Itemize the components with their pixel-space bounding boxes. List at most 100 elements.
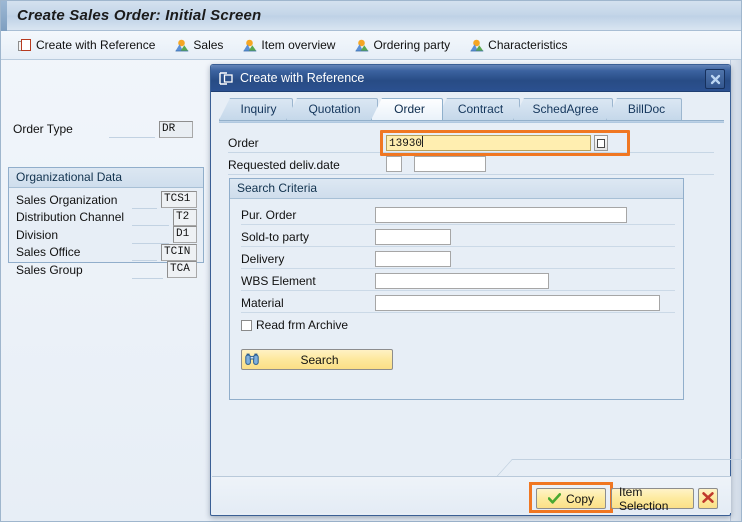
copy-button[interactable]: Copy [536,488,606,509]
requested-deliv-date-label: Requested deliv.date [228,157,340,172]
read-frm-archive-row[interactable]: Read frm Archive [230,314,683,336]
order-input-value: 13930 [389,138,423,150]
division-input[interactable]: D1 [173,226,197,244]
sales-group-label: Sales Group [16,262,83,277]
tab-label-contract: Contract [457,102,504,116]
search-button-label: Search [300,352,339,367]
requested-deliv-date-input-1[interactable] [386,156,402,172]
item-selection-button[interactable]: Item Selection [611,485,694,513]
search-criteria-rows: Pur. Order Sold-to party Delivery WBS El… [230,199,683,336]
sold-to-party-row: Sold-to party [230,226,683,248]
application-toolbar: Create with Reference Sales Item overvie… [1,31,741,60]
order-type-input[interactable]: DR [159,120,193,138]
order-row: Order 13930 [228,130,714,156]
matchcode-icon[interactable] [594,135,608,151]
toolbar-button-item-overview[interactable]: Item overview [236,33,342,57]
division-rule [132,226,169,244]
wbs-element-input[interactable] [375,273,549,289]
toolbar-label-ordering-party: Ordering party [373,38,451,52]
tab-label-inquiry: Inquiry [240,102,277,116]
tab-schedagree[interactable]: SchedAgree [513,98,613,120]
item-overview-icon [243,39,257,52]
division-label: Division [16,227,59,242]
division-row: Division D1 [16,226,197,244]
delivery-row: Delivery [230,248,683,270]
ordering-party-icon [355,39,369,52]
tabstrip-underline [219,120,724,123]
sales-organization-row: Sales Organization TCS1 [16,191,197,209]
red-x-icon [702,491,714,506]
material-row: Material [230,292,683,314]
distribution-channel-input[interactable]: T2 [173,208,197,226]
toolbar-button-create-with-reference[interactable]: Create with Reference [11,33,162,57]
tab-order[interactable]: Order [371,98,443,120]
toolbar-button-ordering-party[interactable]: Ordering party [348,33,457,57]
distribution-channel-row: Distribution Channel T2 [16,208,197,227]
delivery-label: Delivery [241,252,285,266]
material-input[interactable] [375,295,660,311]
dialog-body: Inquiry Quotation Order Contract SchedAg… [212,92,742,514]
read-frm-archive-checkbox[interactable] [241,319,252,331]
binoculars-icon [245,353,259,366]
green-check-icon [547,493,562,504]
dialog-title: Create with Reference [240,71,365,85]
pur-order-input[interactable] [375,207,627,223]
sales-organization-rule [132,191,157,209]
material-rule [241,312,675,313]
tab-billdoc[interactable]: BillDoc [606,98,682,120]
sales-group-row: Sales Group TCA [16,261,197,279]
requested-deliv-date-rule [228,174,714,175]
toolbar-label-sales: Sales [193,38,224,52]
organizational-data-group: Organizational Data Sales Organization T… [8,167,204,279]
window-titlebar: Create Sales Order: Initial Screen [1,0,741,31]
create-with-reference-icon [18,38,32,52]
requested-deliv-date-row: Requested deliv.date [228,154,714,175]
pur-order-rule [241,224,675,225]
requested-deliv-date-input-2[interactable] [414,156,486,172]
copy-button-label: Copy [565,491,594,506]
order-type-label: Order Type [13,122,73,136]
order-input[interactable]: 13930 [386,135,591,151]
tab-quotation[interactable]: Quotation [286,98,378,120]
toolbar-label-characteristics: Characteristics [488,38,568,52]
search-criteria-group: Search Criteria Pur. Order Sold-to party… [229,178,684,400]
organizational-data-title: Organizational Data [9,168,203,188]
distribution-channel-label: Distribution Channel [16,210,125,225]
sales-group-input[interactable]: TCA [167,261,197,279]
sales-organization-label: Sales Organization [16,192,118,207]
tab-label-order: Order [394,102,425,116]
search-button[interactable]: Search [241,349,393,370]
organizational-data-rows: Sales Organization TCS1 Distribution Cha… [9,188,203,279]
sales-office-input[interactable]: TCIN [161,243,197,261]
wbs-element-rule [241,290,675,291]
order-field-area: Order 13930 Requested deliv.date [228,130,714,175]
toolbar-label-item-overview: Item overview [261,38,336,52]
order-label: Order [228,135,259,150]
delivery-rule [241,268,675,269]
material-label: Material [241,296,284,310]
toolbar-label-create-with-reference: Create with Reference [36,38,156,52]
sales-office-rule [132,243,157,262]
toolbar-button-sales[interactable]: Sales [168,33,230,57]
item-selection-button-label: Item Selection [619,484,669,513]
search-criteria-title: Search Criteria [230,179,683,199]
sales-organization-input[interactable]: TCS1 [161,191,197,209]
read-frm-archive-label: Read frm Archive [256,318,349,332]
tab-label-schedagree: SchedAgree [532,102,599,116]
wbs-element-row: WBS Element [230,270,683,292]
create-with-reference-dialog: Create with Reference Inquiry Quotation [210,64,742,516]
pur-order-label: Pur. Order [241,208,297,222]
sold-to-party-input[interactable] [375,229,451,245]
cancel-button[interactable] [698,488,718,509]
tab-contract[interactable]: Contract [436,98,520,120]
text-caret [422,136,424,147]
toolbar-button-characteristics[interactable]: Characteristics [463,33,574,57]
main-content-area: Order Type DR Organizational Data Sales … [1,60,207,521]
sales-group-rule [132,261,163,279]
titlebar-accent [1,0,7,31]
close-icon[interactable] [705,69,725,89]
tab-inquiry[interactable]: Inquiry [219,98,293,120]
delivery-input[interactable] [375,251,451,267]
distribution-channel-rule [132,208,169,227]
pur-order-row: Pur. Order [230,204,683,226]
